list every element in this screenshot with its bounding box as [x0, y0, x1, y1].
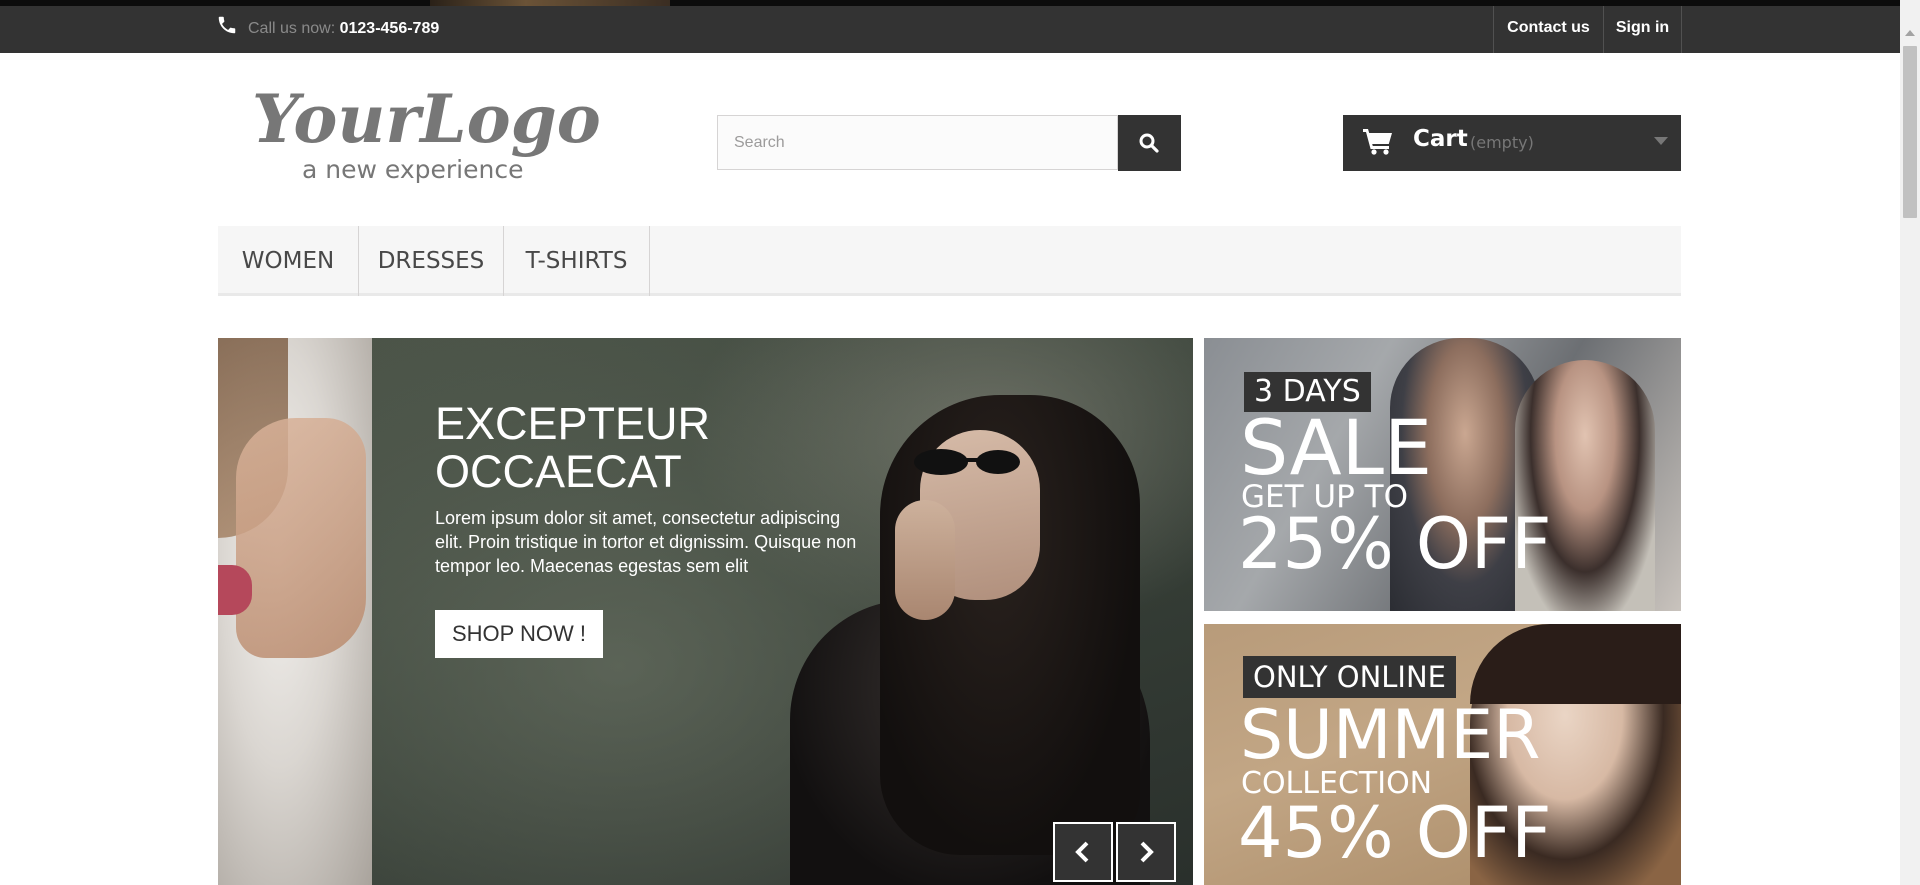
cart-label: Cart — [1413, 126, 1468, 152]
menu-item-dresses[interactable]: DRESSES — [359, 226, 504, 296]
logo-tagline: a new experience — [302, 155, 523, 184]
scrollbar-thumb[interactable] — [1903, 46, 1917, 218]
search-input[interactable] — [717, 115, 1118, 170]
banner-offer: 25% OFF — [1238, 503, 1552, 585]
banner-tag: ONLY ONLINE — [1243, 656, 1457, 698]
call-label: Call us now: — [248, 20, 336, 37]
slide-previous-arm — [236, 418, 366, 658]
banner-headline: SALE — [1240, 403, 1433, 492]
slider-prev-button[interactable] — [1053, 822, 1113, 882]
search-icon — [1139, 133, 1159, 153]
slide-title-line2: OCCAECAT — [435, 446, 682, 497]
slide-title-line1: EXCEPTEUR — [435, 398, 711, 449]
logo-text: YourLogo — [252, 80, 601, 158]
chevron-left-icon — [1075, 841, 1089, 863]
call-us-text: Call us now: 0123-456-789 — [248, 20, 439, 38]
menu-item-women[interactable]: WOMEN — [218, 226, 359, 296]
slide-model-hand — [895, 500, 955, 620]
shop-now-button[interactable]: SHOP NOW ! — [435, 610, 603, 658]
site-logo[interactable]: YourLogo a new experience — [246, 80, 606, 190]
cart-status: (empty) — [1470, 133, 1534, 152]
banner-headline: SUMMER — [1240, 696, 1541, 775]
slide-title: EXCEPTEUR OCCAECAT — [435, 400, 855, 496]
chevron-right-icon — [1140, 841, 1154, 863]
banner-offer: 45% OFF — [1238, 792, 1552, 874]
cart-icon — [1363, 129, 1392, 155]
menu-item-t-shirts[interactable]: T-SHIRTS — [504, 226, 650, 296]
slider-next-button[interactable] — [1116, 822, 1176, 882]
slide-previous-shirt — [218, 565, 252, 615]
chevron-down-icon[interactable] — [1654, 137, 1668, 145]
slide-description: Lorem ipsum dolor sit amet, consectetur … — [435, 508, 857, 576]
sunglasses-graphic — [914, 449, 1020, 475]
search-button[interactable] — [1118, 115, 1181, 171]
phone-icon — [218, 16, 236, 34]
contact-us-link[interactable]: Contact us — [1493, 6, 1603, 53]
phone-number: 0123-456-789 — [339, 20, 440, 37]
sign-in-link[interactable]: Sign in — [1603, 6, 1682, 53]
scroll-up-arrow-icon[interactable] — [1905, 30, 1915, 36]
